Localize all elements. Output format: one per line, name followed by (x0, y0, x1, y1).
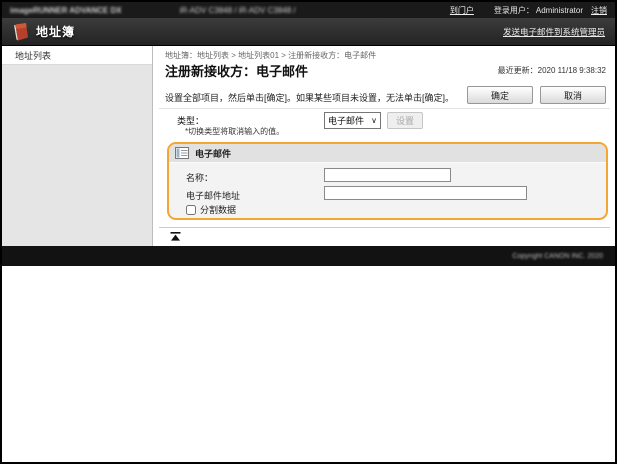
sidebar-item-address-lists[interactable]: 地址列表 (2, 46, 152, 65)
ok-button[interactable]: 确定 (467, 86, 533, 104)
page-title: 注册新接收方：电子邮件 (165, 61, 308, 80)
back-to-top-icon[interactable] (170, 232, 181, 241)
chevron-down-icon: ∨ (371, 116, 377, 125)
action-buttons: 确定 取消 (467, 86, 606, 104)
email-section-title: 电子邮件 (195, 147, 231, 160)
to-portal-link[interactable]: 到门户 (450, 5, 474, 16)
remote-ui-window: imageRUNNER ADVANCE DX iR-ADV C3848 / iR… (0, 0, 617, 464)
logout-link[interactable]: 注销 (591, 5, 607, 16)
breadcrumb[interactable]: 地址簿：地址列表 > 地址列表01 > 注册新接收方：电子邮件 (165, 50, 376, 61)
divide-data-checkbox[interactable] (186, 205, 196, 215)
type-note: *切换类型将取消输入的值。 (185, 126, 284, 137)
last-updated-label: 最近更新： (498, 66, 538, 75)
email-section-header: 电子邮件 (169, 144, 606, 163)
type-dropdown-value: 电子邮件 (328, 114, 364, 127)
login-user-name: Administrator (536, 6, 583, 15)
name-input[interactable] (324, 168, 451, 182)
top-bar: imageRUNNER ADVANCE DX iR-ADV C3848 / iR… (2, 2, 615, 18)
instruction-text: 设置全部项目，然后单击[确定]。如果某些项目未设置，无法单击[确定]。 (165, 91, 454, 104)
last-updated-value: 2020 11/18 9:38:32 (538, 66, 606, 75)
address-book-icon (11, 22, 29, 42)
sidebar: 地址列表 (2, 46, 153, 246)
divider (159, 108, 610, 109)
app-header-bar: 地址簿 发送电子邮件到系统管理员 (2, 18, 615, 46)
login-user-label: 登录用户： (494, 5, 534, 16)
email-icon (175, 147, 189, 159)
divide-data-label: 分割数据 (200, 203, 236, 216)
type-dropdown[interactable]: 电子邮件 ∨ (324, 112, 381, 129)
email-address-label: 电子邮件地址 (186, 189, 240, 202)
divide-data-row: 分割数据 (186, 203, 236, 216)
name-label: 名称： (186, 171, 213, 184)
footer-bar: Copyright CANON INC. 2020 (2, 246, 615, 266)
sidebar-item-label: 地址列表 (15, 49, 51, 62)
device-models: iR-ADV C3848 / iR-ADV C3848 / (180, 6, 296, 15)
copyright-text: Copyright CANON INC. 2020 (512, 253, 603, 260)
email-address-input[interactable] (324, 186, 527, 200)
type-set-button: 设置 (387, 112, 423, 129)
cancel-button[interactable]: 取消 (540, 86, 606, 104)
app-title: 地址簿 (36, 23, 75, 40)
bottom-divider (159, 227, 610, 228)
device-brand: imageRUNNER ADVANCE DX (10, 6, 122, 15)
main-pane: 地址簿：地址列表 > 地址列表01 > 注册新接收方：电子邮件 注册新接收方：电… (154, 46, 615, 246)
last-updated: 最近更新：2020 11/18 9:38:32 (498, 65, 606, 76)
email-destination-section: 电子邮件 名称： 电子邮件地址 分割数据 (167, 142, 608, 220)
mail-to-system-manager-link[interactable]: 发送电子邮件到系统管理员 (503, 26, 605, 38)
